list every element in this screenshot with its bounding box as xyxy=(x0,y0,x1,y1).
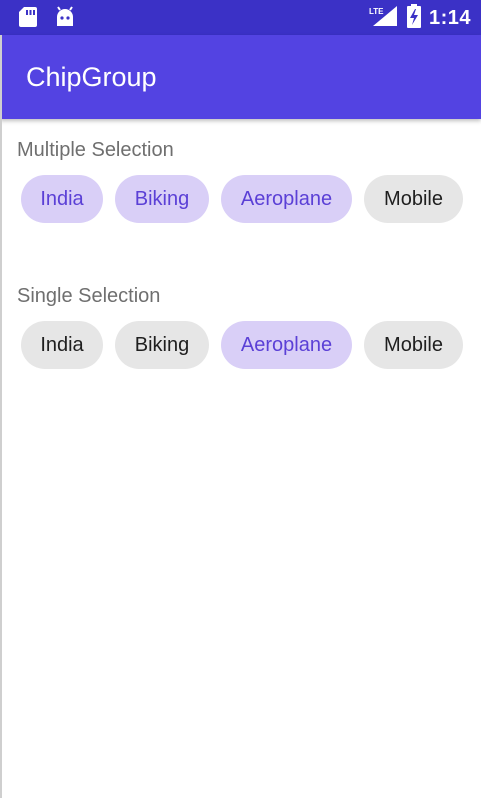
single-chip-group: India Biking Aeroplane Mobile xyxy=(21,321,463,369)
chip-single-biking[interactable]: Biking xyxy=(115,321,209,369)
app-bar: ChipGroup xyxy=(0,35,481,119)
chip-single-aeroplane[interactable]: Aeroplane xyxy=(221,321,352,369)
status-time: 1:14 xyxy=(428,7,471,29)
app-title: ChipGroup xyxy=(26,62,157,92)
battery-charging-icon xyxy=(406,4,421,33)
chip-single-india[interactable]: India xyxy=(21,321,103,369)
single-selection-label: Single Selection xyxy=(17,285,161,307)
multiple-selection-label: Multiple Selection xyxy=(17,139,174,161)
lte-signal-icon: LTE xyxy=(369,4,399,33)
android-icon xyxy=(54,6,76,33)
status-bar: LTE 1:14 xyxy=(0,0,481,35)
chip-multiple-india[interactable]: India xyxy=(21,175,103,223)
window-edge xyxy=(0,35,2,798)
chip-multiple-biking[interactable]: Biking xyxy=(115,175,209,223)
chip-multiple-mobile[interactable]: Mobile xyxy=(364,175,463,223)
chip-multiple-aeroplane[interactable]: Aeroplane xyxy=(221,175,352,223)
multiple-chip-group: India Biking Aeroplane Mobile xyxy=(21,175,463,223)
network-type-label: LTE xyxy=(369,7,384,16)
sd-card-icon xyxy=(18,6,38,33)
chip-single-mobile[interactable]: Mobile xyxy=(364,321,463,369)
